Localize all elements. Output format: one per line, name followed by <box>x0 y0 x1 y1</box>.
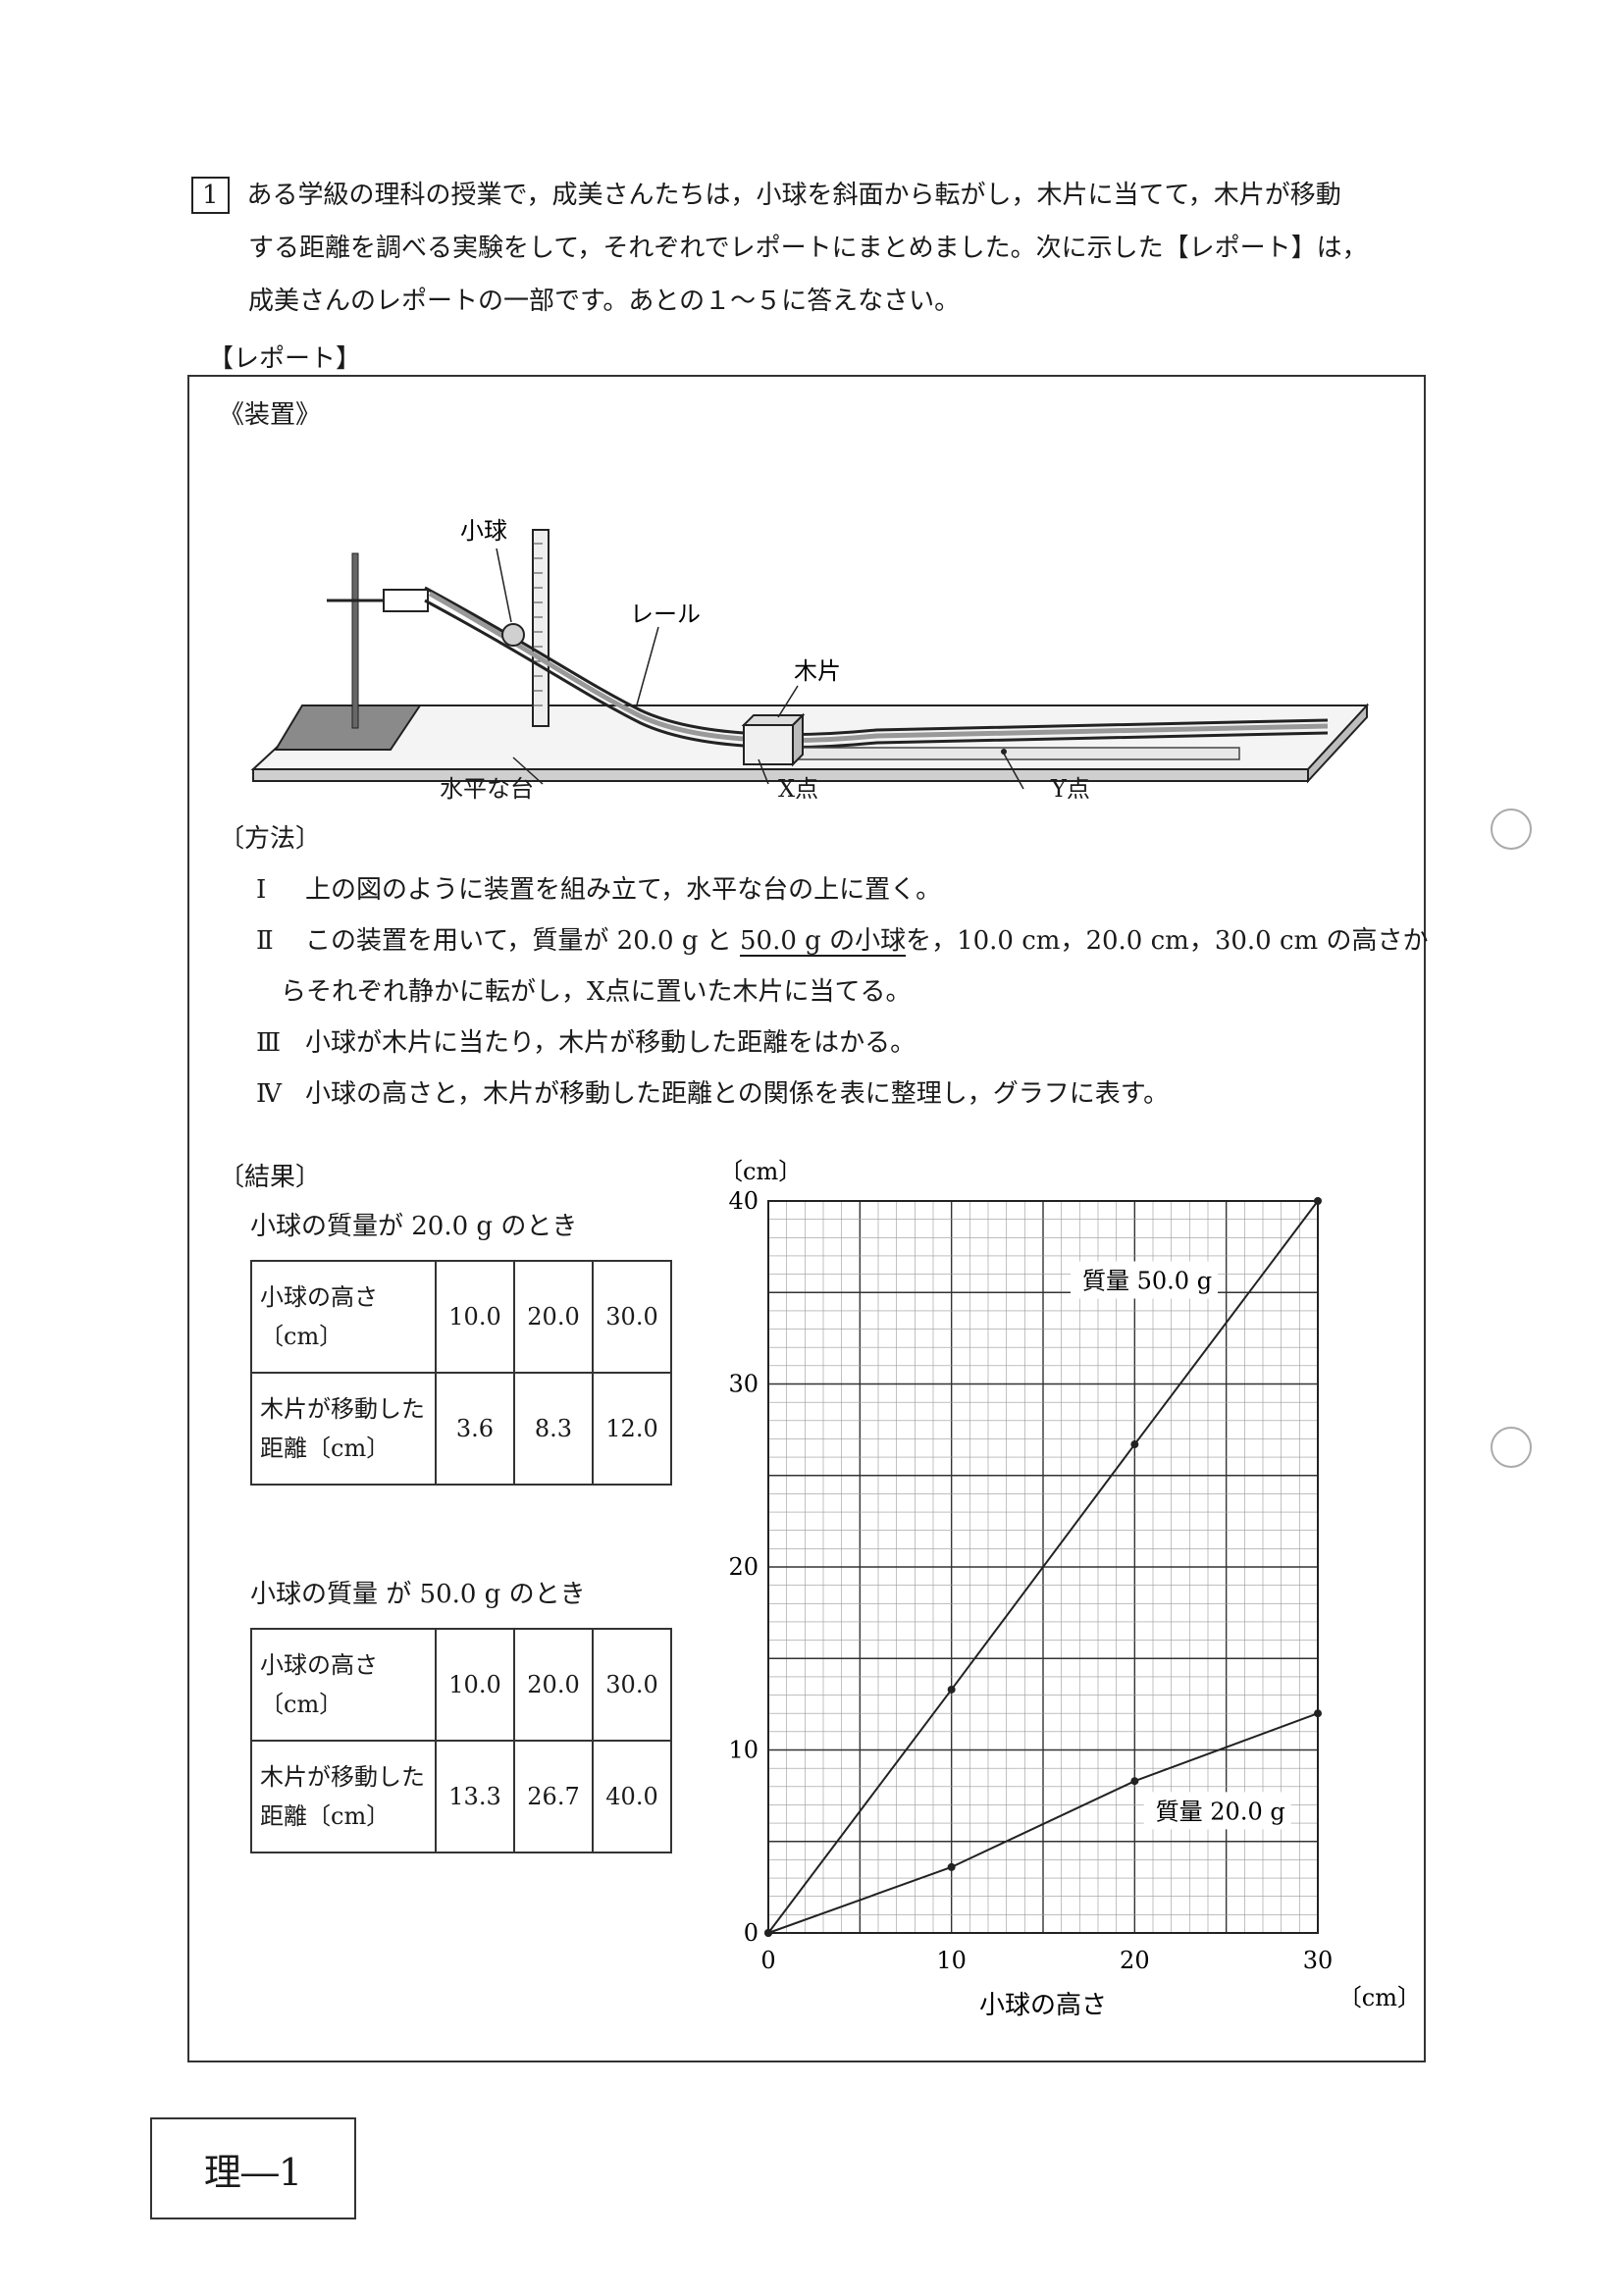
vertical-ruler <box>532 529 550 727</box>
apparatus-diagram: 小球 レール 木片 <box>250 517 1370 790</box>
table-cell: 30.0 <box>592 1260 672 1374</box>
x-axis-label: 小球の高さ <box>979 1991 1107 2020</box>
y-tick-label: 10 <box>728 1737 759 1764</box>
results-table-20g: 小球の高さ〔cm〕 10.0 20.0 30.0 木片が移動した距離〔cm〕 3… <box>250 1260 672 1486</box>
data-point <box>1314 1709 1322 1718</box>
punch-hole <box>1491 1427 1532 1468</box>
y-tick-label: 40 <box>728 1187 759 1215</box>
wood-block <box>741 712 806 767</box>
result-graph: 0102030010203040〔cm〕〔cm〕小球の高さ木片が移動した距離質量… <box>719 1158 1421 2020</box>
row-header-distance: 木片が移動した距離〔cm〕 <box>250 1372 437 1486</box>
punch-hole <box>1491 809 1532 850</box>
label-point-x: X点 <box>778 775 819 803</box>
x-tick-label: 20 <box>1120 1947 1150 1974</box>
results-table-50g: 小球の高さ〔cm〕 10.0 20.0 30.0 木片が移動した距離〔cm〕 1… <box>250 1628 672 1853</box>
label-point-y: Y点 <box>1051 775 1090 803</box>
question-number: 1 <box>191 177 230 214</box>
table-cell: 13.3 <box>435 1740 515 1853</box>
table-cell: 3.6 <box>435 1372 515 1486</box>
table-cell: 26.7 <box>513 1740 594 1853</box>
y-tick-label: 20 <box>728 1553 759 1581</box>
table-cell: 20.0 <box>513 1260 594 1374</box>
x-axis-unit: 〔cm〕 <box>1338 1984 1421 2011</box>
results-heading: 〔結果〕 <box>219 1163 322 1192</box>
report-label: 【レポート】 <box>208 344 362 374</box>
x-tick-label: 0 <box>760 1947 775 1974</box>
report-box: 《装置》 小球 レール 木片 水平な台 X点 Y点 〔方法〕 Ⅰ 上の図のように… <box>187 375 1429 2062</box>
question-line-1: 1 ある学級の理科の授業で，成美さんたちは，小球を斜面から転がし，木片に当てて，木… <box>191 169 1447 222</box>
label-rail: レール <box>630 600 701 628</box>
table-cell: 10.0 <box>435 1260 515 1374</box>
table-row: 小球の高さ〔cm〕 10.0 20.0 30.0 <box>250 1260 672 1374</box>
label-block: 木片 <box>794 657 841 685</box>
small-ball <box>501 623 525 647</box>
question-text: 1 ある学級の理科の授業で，成美さんたちは，小球を斜面から転がし，木片に当てて，木… <box>191 169 1447 328</box>
question-line-1-text: ある学級の理科の授業で，成美さんたちは，小球を斜面から転がし，木片に当てて，木片… <box>246 181 1341 210</box>
question-line-2: する距離を調べる実験をして，それぞれでレポートにまとめました。次に示した【レポー… <box>248 234 1368 263</box>
data-point <box>947 1685 956 1694</box>
table-row: 木片が移動した距離〔cm〕 13.3 26.7 40.0 <box>250 1740 672 1853</box>
method-step-2: Ⅱ この装置を用いて，質量が 20.0 g と 50.0 g の小球を，10.0 … <box>256 926 1429 956</box>
row-header-height: 小球の高さ〔cm〕 <box>250 1260 437 1374</box>
table-cell: 30.0 <box>592 1628 672 1742</box>
data-point <box>764 1929 772 1937</box>
table-cell: 8.3 <box>513 1372 594 1486</box>
x-tick-label: 10 <box>936 1947 967 1974</box>
underlined-ball: 50.0 g の小球 <box>740 926 907 956</box>
method-step-3: Ⅲ 小球が木片に当たり，木片が移動した距離をはかる。 <box>256 1028 916 1058</box>
table-caption-50g: 小球の質量 が 50.0 g のとき <box>250 1580 586 1609</box>
table-cell: 20.0 <box>513 1628 594 1742</box>
y-axis-unit: 〔cm〕 <box>719 1158 802 1185</box>
row-header-distance: 木片が移動した距離〔cm〕 <box>250 1740 437 1853</box>
series-label: 質量 50.0 g <box>1082 1268 1212 1295</box>
table-row: 小球の高さ〔cm〕 10.0 20.0 30.0 <box>250 1628 672 1742</box>
data-point <box>1130 1777 1139 1786</box>
data-point <box>947 1862 956 1871</box>
table-caption-20g: 小球の質量が 20.0 g のとき <box>250 1212 578 1241</box>
row-header-height: 小球の高さ〔cm〕 <box>250 1628 437 1742</box>
label-ball: 小球 <box>460 517 507 545</box>
table-row: 木片が移動した距離〔cm〕 3.6 8.3 12.0 <box>250 1372 672 1486</box>
data-point <box>1314 1197 1322 1205</box>
y-tick-label: 30 <box>728 1371 759 1398</box>
x-tick-label: 30 <box>1303 1947 1334 1974</box>
page-label: 理―1 <box>150 2117 356 2219</box>
clamp <box>383 589 429 612</box>
method-heading: 〔方法〕 <box>219 824 322 854</box>
method-step-2-cont: らそれぞれ静かに転がし，X点に置いた木片に当てる。 <box>281 977 912 1007</box>
table-cell: 12.0 <box>592 1372 672 1486</box>
y-tick-label: 0 <box>744 1919 759 1947</box>
method-step-1: Ⅰ 上の図のように装置を組み立て，水平な台の上に置く。 <box>256 875 942 905</box>
label-table: 水平な台 <box>440 775 534 803</box>
data-point <box>1130 1440 1139 1449</box>
stand-rod <box>351 552 359 729</box>
question-line-3: 成美さんのレポートの一部です。あとの１～５に答えなさい。 <box>248 287 961 316</box>
method-step-4: Ⅳ 小球の高さと，木片が移動した距離との関係を表に整理し，グラフに表す。 <box>256 1079 1170 1109</box>
series-label: 質量 20.0 g <box>1156 1798 1285 1825</box>
table-cell: 10.0 <box>435 1628 515 1742</box>
table-cell: 40.0 <box>592 1740 672 1853</box>
